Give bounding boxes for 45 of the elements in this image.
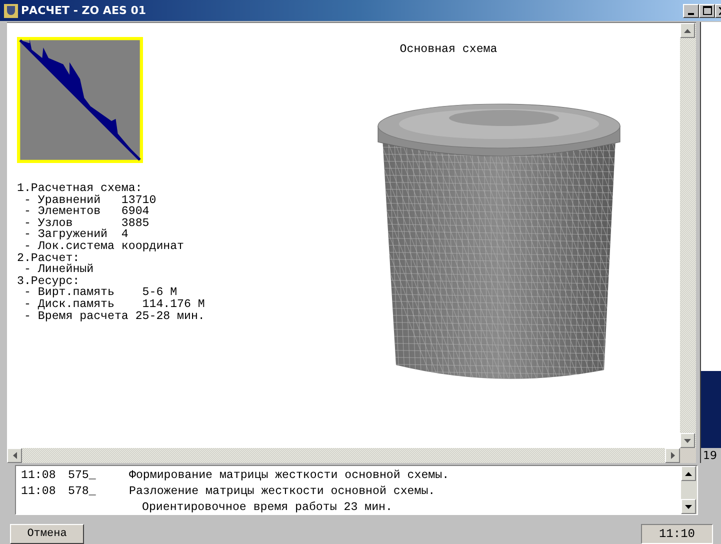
info-line: - Узлов 3885 [23, 218, 150, 230]
scrollbar-corner [680, 448, 696, 463]
left-arrow-icon [12, 452, 16, 459]
log-time: 11:08 [21, 484, 57, 500]
info-line: - Вирт.память 5-6 М [24, 287, 178, 299]
horizontal-scrollbar[interactable] [7, 448, 680, 463]
info-line: - Загружений 4 [23, 229, 130, 241]
minimize-button[interactable] [683, 4, 699, 18]
scroll-right-button[interactable] [665, 448, 680, 463]
right-arrow-icon [670, 452, 674, 459]
scheme-caption: Основная схема [400, 43, 498, 56]
info-line: - Лок.система координат [23, 240, 186, 253]
log-code: 578_ [68, 484, 97, 500]
window-title: РАСЧЕТ - ZO AES 01 [21, 4, 148, 17]
up-arrow-icon [684, 28, 691, 32]
scroll-down-button[interactable] [681, 499, 696, 514]
vertical-scrollbar[interactable] [680, 23, 696, 448]
info-line: - Время расчета 25-28 мин. [23, 310, 206, 322]
maximize-button[interactable] [699, 4, 715, 18]
log-time: 11:08 [21, 468, 57, 484]
section-heading: 3.Ресурс: [17, 276, 80, 288]
app-icon [4, 4, 18, 18]
info-line: - Уравнений 13710 [23, 194, 158, 206]
section-heading: 1.Расчетная схема: [17, 183, 144, 195]
scroll-up-button[interactable] [680, 23, 695, 38]
scroll-up-button[interactable] [681, 466, 696, 481]
status-clock: 11:10 [641, 524, 713, 544]
log-code: 575_ [68, 468, 97, 484]
scroll-left-button[interactable] [7, 448, 22, 463]
progress-reading: 19 [702, 449, 718, 462]
info-line: - Элементов 6904 [23, 206, 150, 218]
minimize-icon [688, 12, 694, 14]
log-scrollbar[interactable] [681, 466, 697, 514]
up-arrow-icon [685, 472, 692, 476]
maximize-icon [702, 6, 712, 15]
log-message: Формирование матрицы жесткости основной схемы. [129, 468, 450, 484]
info-line: - Диск.память 114.176 М [23, 298, 206, 311]
down-arrow-icon [685, 504, 692, 508]
down-arrow-icon [684, 438, 691, 442]
log-message: Ориентировочное время работы 23 мин. [141, 500, 392, 516]
section-heading: 2.Расчет: [17, 252, 80, 264]
cancel-button[interactable]: Отмена [10, 524, 84, 544]
log-message: Разложение матрицы жесткости основной схемы. [129, 484, 436, 500]
info-line: - Линейный [24, 264, 95, 276]
scroll-down-button[interactable] [680, 433, 695, 448]
